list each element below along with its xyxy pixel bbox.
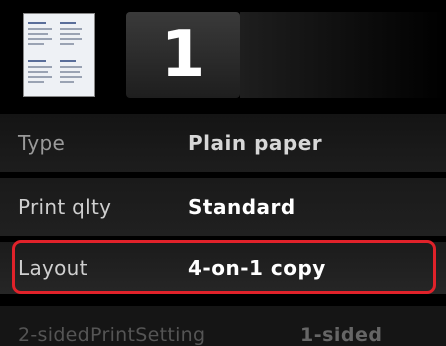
- copies-count: 1: [160, 18, 206, 92]
- layout-preview-thumbnail[interactable]: [24, 14, 94, 96]
- setting-row-two-sided[interactable]: 2-sidedPrintSetting 1-sided: [0, 306, 446, 346]
- page-cell-1: [28, 20, 56, 54]
- setting-label-type: Type: [18, 131, 66, 155]
- page-cell-4: [60, 58, 88, 92]
- page-cell-2: [60, 20, 88, 54]
- setting-value-type: Plain paper: [188, 131, 323, 155]
- copies-count-button[interactable]: 1: [126, 12, 240, 98]
- row-divider: [0, 172, 446, 174]
- page-cell-3: [28, 58, 56, 92]
- setting-row-type[interactable]: Type Plain paper: [0, 114, 446, 172]
- setting-value-print-quality: Standard: [188, 195, 296, 219]
- setting-label-two-sided: 2-sidedPrintSetting: [18, 324, 206, 346]
- row-divider: [0, 236, 446, 238]
- selection-highlight: [12, 240, 436, 294]
- copies-count-panel-extension: [240, 12, 446, 98]
- setting-value-two-sided: 1-sided: [300, 324, 383, 346]
- setting-row-print-quality[interactable]: Print qlty Standard: [0, 178, 446, 236]
- preview-area: 1: [0, 0, 446, 108]
- setting-label-print-quality: Print qlty: [18, 195, 112, 219]
